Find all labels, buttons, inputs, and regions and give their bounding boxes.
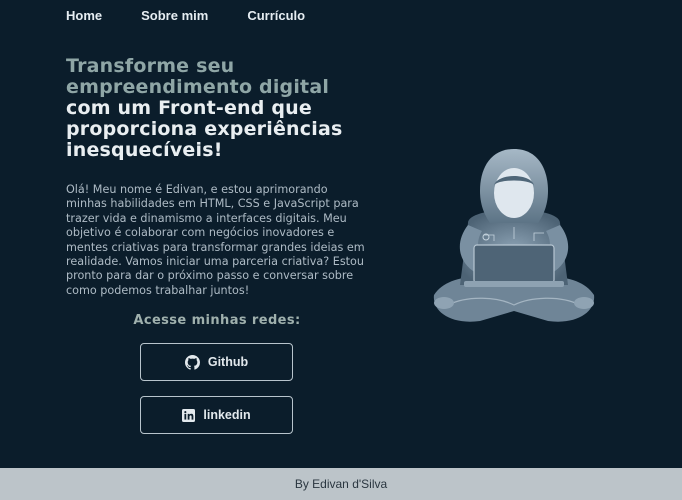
nav-curriculo[interactable]: Currículo bbox=[247, 8, 305, 23]
social-title: Acesse minhas redes: bbox=[133, 313, 301, 328]
nav-home[interactable]: Home bbox=[66, 8, 102, 23]
top-nav: Home Sobre mim Currículo bbox=[66, 8, 344, 23]
github-button[interactable]: Github bbox=[140, 343, 293, 381]
linkedin-icon bbox=[182, 408, 196, 422]
linkedin-label: linkedin bbox=[203, 408, 251, 422]
footer: By Edivan d'Silva bbox=[0, 468, 682, 500]
headline-main: com um Front-end que proporciona experiê… bbox=[66, 97, 343, 161]
intro-paragraph: Olá! Meu nome é Edivan, e estou aprimora… bbox=[66, 183, 365, 297]
headline-accent: Transforme seu empreendimento digital bbox=[66, 55, 330, 98]
nav-sobre-mim[interactable]: Sobre mim bbox=[141, 8, 208, 23]
footer-text: By Edivan d'Silva bbox=[294, 477, 388, 491]
github-label: Github bbox=[207, 355, 249, 369]
linkedin-button[interactable]: linkedin bbox=[140, 396, 293, 434]
github-icon bbox=[184, 354, 200, 370]
hacker-illustration bbox=[428, 145, 600, 335]
hero-headline: Transforme seu empreendimento digital co… bbox=[66, 56, 386, 161]
